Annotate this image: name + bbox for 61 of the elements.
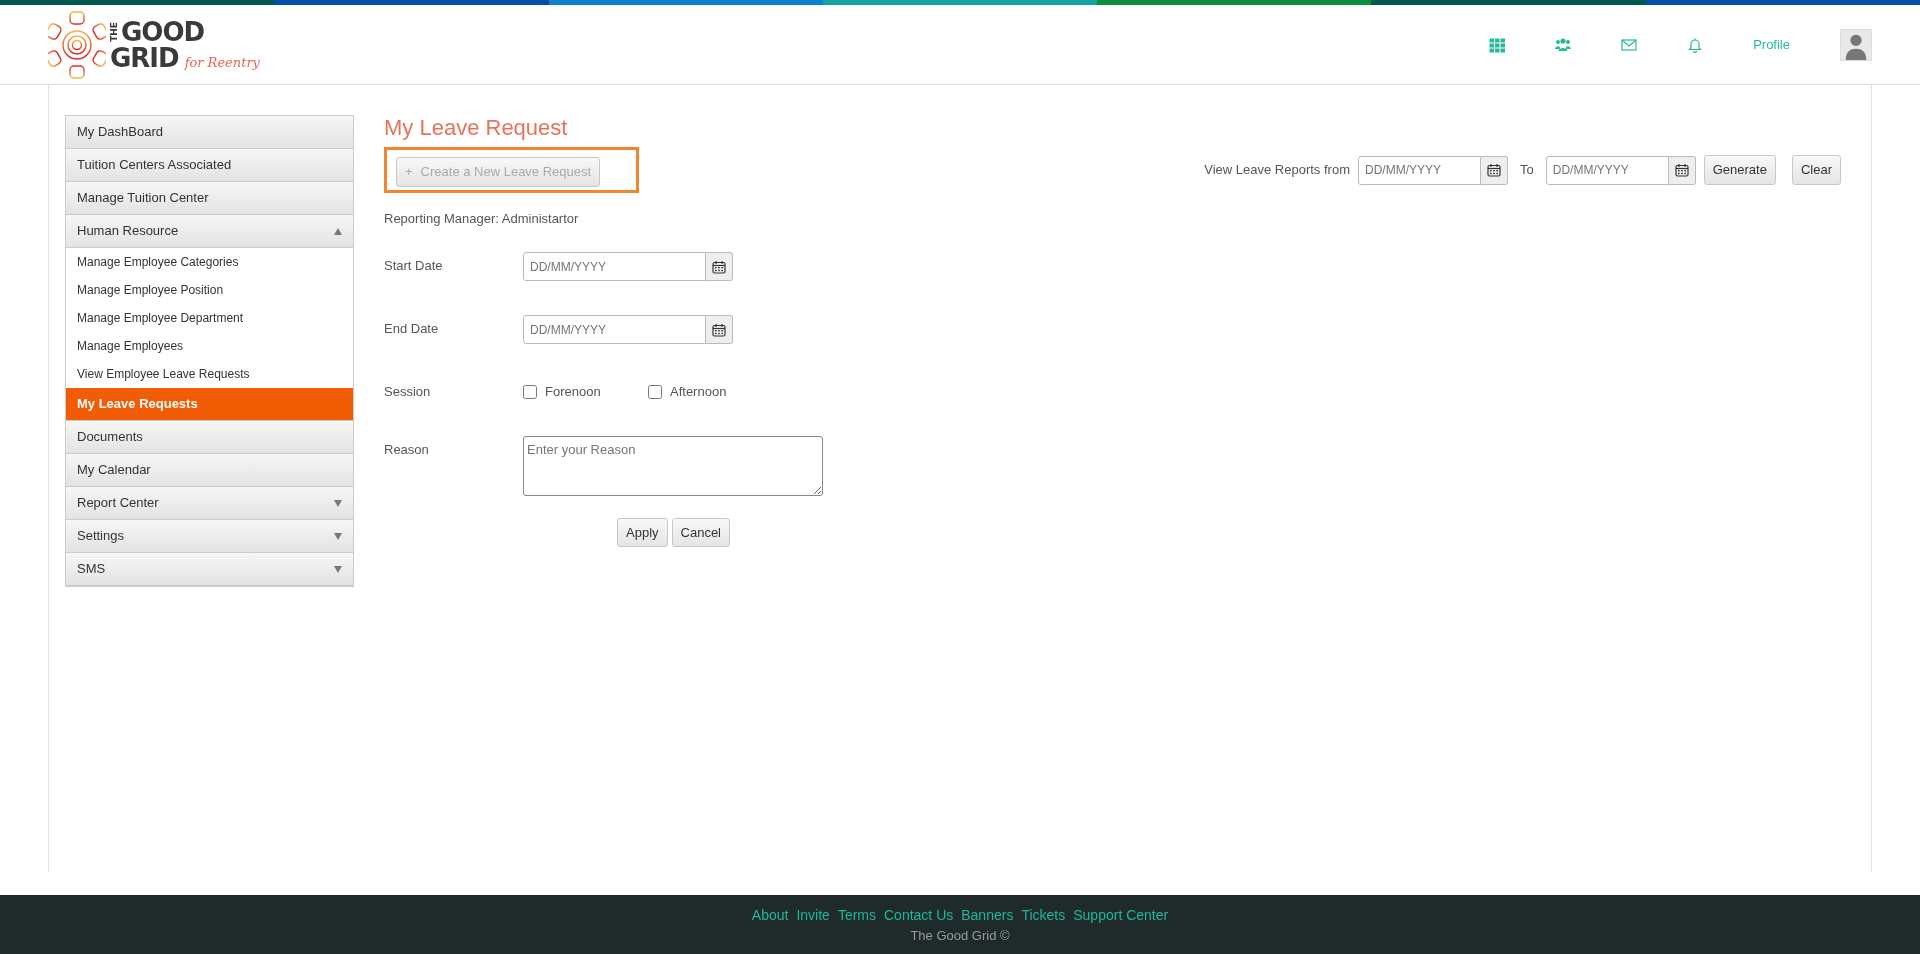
people-icon[interactable] <box>1555 36 1572 53</box>
date-field[interactable]: DD/MM/YYYY <box>523 252 706 282</box>
field-label: Start Date <box>384 257 444 276</box>
date-field[interactable]: DD/MM/YYYY <box>523 315 706 345</box>
to-label: To <box>1520 161 1534 180</box>
checkbox[interactable] <box>523 385 537 400</box>
bell-icon[interactable] <box>1687 36 1704 53</box>
filter-label: View Leave Reports from <box>1204 161 1350 180</box>
checkbox[interactable] <box>648 385 662 400</box>
sidebar-item[interactable]: Manage Tuition Center <box>66 182 353 215</box>
report-button[interactable]: Generate <box>1703 155 1776 185</box>
checkbox-label: Afternoon <box>670 383 727 402</box>
sidebar-item[interactable]: Report Center <box>66 487 353 520</box>
mail-icon[interactable] <box>1621 36 1638 53</box>
logo-text: THE <box>110 21 119 42</box>
calendar-icon <box>712 259 726 274</box>
field-label: End Date <box>384 320 440 339</box>
calendar-icon <box>1674 163 1689 178</box>
calendar-button[interactable] <box>706 252 733 282</box>
sidebar-item[interactable]: SMS <box>66 553 353 586</box>
logo-text: GRID <box>110 44 179 71</box>
sidebar-item[interactable]: Tuition Centers Associated <box>66 149 353 182</box>
grid-icon[interactable] <box>1489 36 1506 53</box>
footer-link[interactable]: Invite <box>796 905 830 927</box>
reason-field[interactable]: Enter your Reason <box>523 435 823 496</box>
footer-link[interactable]: Terms <box>837 905 876 927</box>
avatar-icon[interactable] <box>1840 28 1872 61</box>
reporting-manager-text: Reporting Manager: Administartor <box>384 209 580 228</box>
footer-link[interactable]: Tickets <box>1021 905 1066 927</box>
sidebar-item[interactable]: My DashBoard <box>66 116 353 149</box>
calendar-icon <box>1487 163 1501 178</box>
calendar-button[interactable] <box>1668 155 1696 185</box>
date-field[interactable]: DD/MM/YYYY <box>1358 155 1481 185</box>
logo-tagline: for Reentry <box>184 55 260 69</box>
form-button[interactable]: Cancel <box>671 517 730 548</box>
down-triangle-icon[interactable] <box>334 499 342 507</box>
copyright-text: The Good Grid © <box>910 927 1010 946</box>
calendar-icon <box>712 322 726 337</box>
footer-link[interactable]: Contact Us <box>884 905 954 927</box>
page-title: My Leave Request <box>384 115 569 142</box>
plus-icon: + <box>405 164 413 180</box>
checkbox-label: Forenoon <box>545 383 601 402</box>
date-field[interactable]: DD/MM/YYYY <box>1545 155 1669 185</box>
sidebar-item[interactable]: My Calendar <box>66 454 353 487</box>
footer-link[interactable]: Support Center <box>1073 905 1169 927</box>
calendar-button[interactable] <box>1481 155 1508 185</box>
sidebar-item[interactable]: Settings <box>66 520 353 553</box>
footer-link[interactable]: About <box>751 905 789 927</box>
field-label: Session <box>384 383 432 402</box>
sidebar-item[interactable]: Documents <box>66 421 353 454</box>
down-triangle-icon[interactable] <box>334 565 342 573</box>
calendar-button[interactable] <box>706 315 733 345</box>
down-triangle-icon[interactable] <box>334 532 342 540</box>
form-button[interactable]: Apply <box>617 517 668 548</box>
footer-link[interactable]: Banners <box>961 905 1014 927</box>
report-button[interactable]: Clear <box>1791 155 1841 185</box>
sidebar-item[interactable]: Human Resource <box>66 215 353 248</box>
flower-logo-icon <box>48 9 106 80</box>
field-label: Reason <box>384 440 430 459</box>
up-triangle-icon[interactable] <box>334 227 342 235</box>
logo-text: GOOD <box>121 18 205 45</box>
